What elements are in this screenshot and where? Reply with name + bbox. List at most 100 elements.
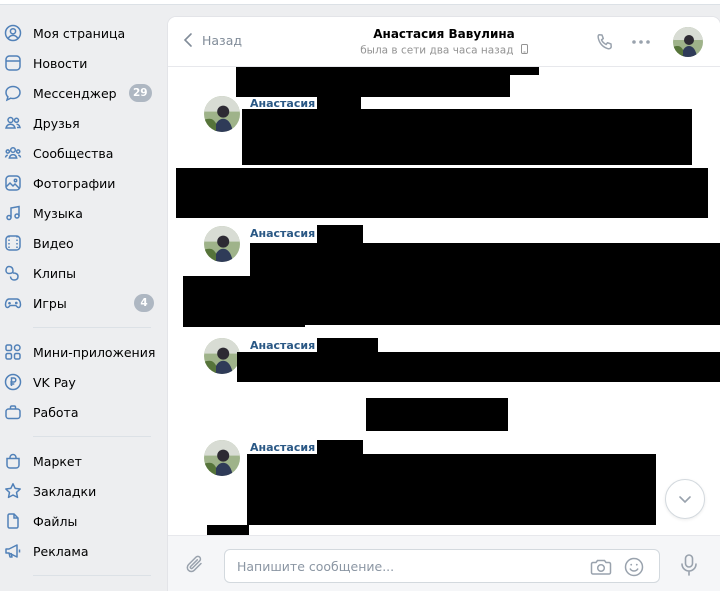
chat-window: Назад Анастасия Вавулина была в сети два… (168, 17, 720, 591)
message-avatar[interactable] (204, 440, 240, 476)
sidebar-item-video[interactable]: Видео (0, 228, 160, 258)
profile-photo-icon (204, 96, 240, 132)
sidebar-item-ads[interactable]: Реклама (0, 536, 160, 566)
user-circle-icon (4, 24, 22, 42)
scroll-to-bottom-button[interactable] (665, 479, 705, 519)
chat-header: Назад Анастасия Вавулина была в сети два… (168, 17, 720, 67)
sidebar-item-market[interactable]: Маркет (0, 446, 160, 476)
sidebar-item-label: Игры (33, 295, 67, 311)
sidebar-item-messenger[interactable]: Мессенджер 29 (0, 78, 160, 108)
profile-photo-icon (204, 440, 240, 476)
left-sidebar: Моя страница Новости Мессенджер 29 Друзь… (0, 18, 160, 585)
camera-button[interactable] (590, 557, 612, 577)
sidebar-divider (33, 575, 151, 576)
message-avatar[interactable] (204, 226, 240, 262)
music-note-icon (4, 204, 22, 222)
voice-message-button[interactable] (678, 553, 700, 577)
shopping-bag-icon (4, 452, 22, 470)
sidebar-item-label: Сообщества (33, 145, 114, 161)
message-sender-name[interactable]: Анастасия (250, 441, 315, 454)
friends-icon (4, 114, 22, 132)
emoji-button[interactable] (623, 557, 645, 577)
redacted-message-text (176, 168, 708, 218)
chevron-down-icon (679, 495, 691, 503)
sidebar-item-label: Реклама (33, 543, 89, 559)
gamepad-icon (4, 294, 22, 312)
redacted-message-text (250, 243, 720, 325)
message-bubble-icon (4, 84, 22, 102)
sidebar-item-label: Моя страница (33, 25, 126, 41)
sidebar-item-news[interactable]: Новости (0, 48, 160, 78)
redacted-message-text (247, 454, 656, 525)
games-count-badge: 4 (134, 294, 154, 312)
sidebar-item-games[interactable]: Игры 4 (0, 288, 160, 318)
sidebar-item-label: Файлы (33, 513, 78, 529)
sidebar-item-label: Маркет (33, 453, 82, 469)
file-icon (4, 512, 22, 530)
attach-button[interactable] (184, 553, 206, 575)
redacted-timestamp (317, 97, 361, 109)
call-button[interactable] (594, 31, 616, 53)
sidebar-item-vk-pay[interactable]: VK Pay (0, 367, 160, 397)
communities-icon (4, 144, 22, 162)
paperclip-icon (186, 555, 202, 573)
message-sender-name[interactable]: Анастасия (250, 227, 315, 240)
smile-icon (624, 557, 644, 577)
sidebar-item-bookmarks[interactable]: Закладки (0, 476, 160, 506)
video-icon (4, 234, 22, 252)
redacted-message-text (207, 525, 249, 535)
sidebar-item-label: Друзья (33, 115, 80, 131)
redacted-message-text (242, 109, 692, 165)
sidebar-item-mini-apps[interactable]: Мини-приложения (0, 337, 160, 367)
phone-icon (597, 34, 612, 50)
sidebar-item-label: Новости (33, 55, 88, 71)
profile-photo-icon (673, 27, 703, 57)
mobile-phone-icon (520, 44, 528, 57)
mini-apps-icon (4, 343, 22, 361)
sidebar-item-photos[interactable]: Фотографии (0, 168, 160, 198)
sidebar-item-label: Клипы (33, 265, 77, 281)
sidebar-item-files[interactable]: Файлы (0, 506, 160, 536)
message-history: Анастасия Анастасия Анастасия Анастасия (168, 67, 720, 535)
message-avatar[interactable] (204, 338, 240, 374)
newspaper-icon (4, 54, 22, 72)
sidebar-item-friends[interactable]: Друзья (0, 108, 160, 138)
sidebar-item-clips[interactable]: Клипы (0, 258, 160, 288)
sidebar-item-label: Музыка (33, 205, 83, 221)
clips-icon (4, 264, 22, 282)
contact-avatar[interactable] (673, 27, 703, 57)
sidebar-item-label: Работа (33, 404, 79, 420)
redacted-message-text (237, 352, 720, 382)
sidebar-item-label: Видео (33, 235, 74, 251)
profile-photo-icon (204, 226, 240, 262)
sidebar-item-music[interactable]: Музыка (0, 198, 160, 228)
last-seen-text: была в сети два часа назад (360, 44, 514, 57)
more-actions-button[interactable] (630, 31, 652, 53)
message-avatar[interactable] (204, 96, 240, 132)
sidebar-item-label: Мессенджер (33, 85, 117, 101)
profile-photo-icon (204, 338, 240, 374)
message-sender-name[interactable]: Анастасия (250, 339, 315, 352)
redacted-timestamp (317, 440, 363, 455)
top-bar (0, 0, 720, 5)
briefcase-icon (4, 403, 22, 421)
sidebar-item-label: VK Pay (33, 374, 76, 390)
sidebar-item-label: Мини-приложения (33, 344, 156, 360)
sidebar-item-label: Фотографии (33, 175, 116, 191)
megaphone-icon (4, 542, 22, 560)
sidebar-divider (33, 436, 151, 437)
star-icon (4, 482, 22, 500)
photos-icon (4, 174, 22, 192)
sidebar-item-my-page[interactable]: Моя страница (0, 18, 160, 48)
sidebar-item-communities[interactable]: Сообщества (0, 138, 160, 168)
redacted-date-divider (366, 398, 508, 431)
redacted-message-text (510, 67, 539, 75)
microphone-icon (681, 554, 697, 576)
message-composer (168, 535, 720, 591)
sidebar-item-work[interactable]: Работа (0, 397, 160, 427)
redacted-message-text (236, 67, 510, 97)
redacted-timestamp (317, 225, 363, 245)
sidebar-divider (33, 327, 151, 328)
camera-icon (590, 559, 612, 575)
sidebar-item-label: Закладки (33, 483, 97, 499)
